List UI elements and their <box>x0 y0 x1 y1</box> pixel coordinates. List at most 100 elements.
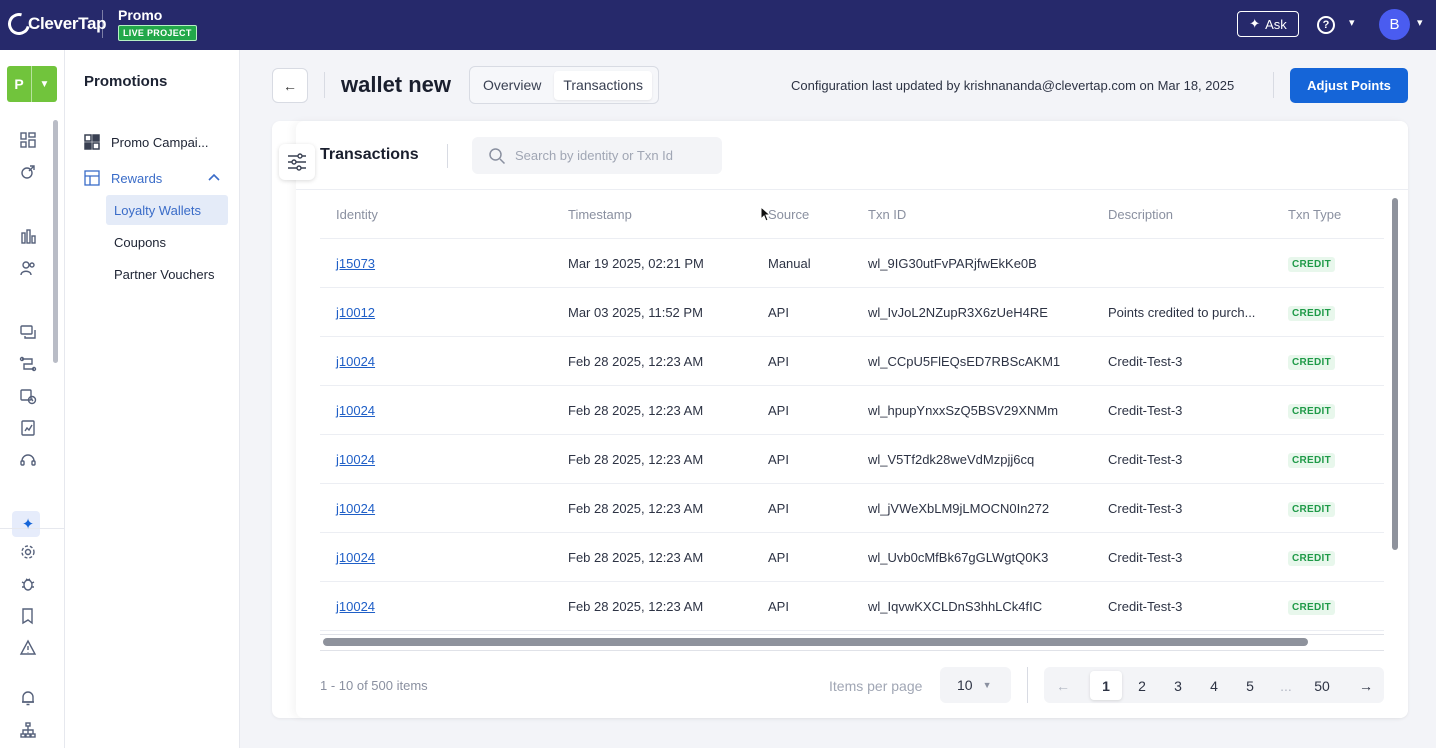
items-per-page-select[interactable]: 10 ▼ <box>940 667 1011 703</box>
alert-icon[interactable] <box>18 638 38 658</box>
sparkle-icon: ✦ <box>1249 16 1261 31</box>
column-header-description[interactable]: Description <box>1108 207 1173 222</box>
analytics-icon[interactable] <box>18 226 38 246</box>
credit-badge: CREDIT <box>1288 600 1336 615</box>
chevron-down-icon[interactable]: ▾ <box>1417 16 1423 29</box>
settings-icon[interactable] <box>18 542 38 562</box>
timestamp-cell: Feb 28 2025, 12:23 AM <box>568 599 704 614</box>
sidebar-item-coupons[interactable]: Coupons <box>106 227 228 257</box>
sidebar-item-loyalty-wallets[interactable]: Loyalty Wallets <box>106 195 228 225</box>
transactions-panel <box>296 121 1408 718</box>
txn-id-cell: wl_CCpU5FlEQsED7RBScAKM1 <box>868 354 1061 369</box>
page-button-2[interactable]: 2 <box>1130 671 1154 700</box>
prev-page-button[interactable]: ← <box>1052 671 1074 700</box>
page-ellipsis: ... <box>1280 677 1292 694</box>
identity-link[interactable]: j10024 <box>336 550 375 565</box>
description-cell: Credit-Test-3 <box>1108 354 1183 369</box>
chevron-up-icon[interactable] <box>208 170 220 184</box>
column-header-identity[interactable]: Identity <box>336 207 378 222</box>
reports-icon[interactable] <box>18 418 38 438</box>
card-title: Transactions <box>320 146 419 163</box>
ask-button[interactable]: ✦ Ask <box>1237 11 1299 37</box>
debug-icon[interactable] <box>18 574 38 594</box>
identity-link[interactable]: j10024 <box>336 501 375 516</box>
identity-link[interactable]: j10024 <box>336 354 375 369</box>
column-header-source[interactable]: Source <box>768 207 809 222</box>
page-button-3[interactable]: 3 <box>1166 671 1190 700</box>
workspace-initial: P <box>7 66 32 102</box>
description-cell: Credit-Test-3 <box>1108 599 1183 614</box>
project-name: Promo <box>118 7 163 23</box>
page-button-50[interactable]: 50 <box>1308 671 1336 700</box>
identity-link[interactable]: j10024 <box>336 403 375 418</box>
timestamp-cell: Feb 28 2025, 12:23 AM <box>568 452 704 467</box>
bell-icon[interactable] <box>18 688 38 708</box>
description-cell: Points credited to purch... <box>1108 305 1256 320</box>
timestamp-cell: Feb 28 2025, 12:23 AM <box>568 354 704 369</box>
workspace-switcher[interactable]: P ▼ <box>7 66 57 102</box>
clevertap-logo[interactable]: CleverTap <box>3 8 107 40</box>
mouse-cursor-icon <box>760 206 772 222</box>
source-cell: API <box>768 452 789 467</box>
sidebar-item-promo-campaigns[interactable]: Promo Campai... <box>83 127 209 157</box>
timestamp-cell: Mar 03 2025, 11:52 PM <box>568 305 703 320</box>
credit-badge: CREDIT <box>1288 551 1336 566</box>
credit-badge: CREDIT <box>1288 306 1336 321</box>
sidebar-item-label: Promo Campai... <box>111 134 209 150</box>
identity-link[interactable]: j10024 <box>336 452 375 467</box>
grid-icon <box>83 133 101 151</box>
tab-overview[interactable]: Overview <box>474 71 550 100</box>
horizontal-scrollbar[interactable] <box>323 638 1308 646</box>
description-cell: Credit-Test-3 <box>1108 550 1183 565</box>
config-updated-text: Configuration last updated by krishnanan… <box>791 78 1235 93</box>
description-cell: Credit-Test-3 <box>1108 403 1183 418</box>
sidebar-item-partner-vouchers[interactable]: Partner Vouchers <box>106 259 228 289</box>
support-icon[interactable] <box>18 450 38 470</box>
sidebar-item-rewards[interactable]: Rewards <box>83 163 162 193</box>
topbar-divider <box>102 10 103 38</box>
column-header-txn-type[interactable]: Txn Type <box>1288 207 1341 222</box>
description-cell: Credit-Test-3 <box>1108 501 1183 516</box>
org-chart-icon[interactable] <box>18 720 38 740</box>
caret-down-icon: ▼ <box>982 680 992 690</box>
next-page-button[interactable]: → <box>1354 671 1378 700</box>
page-button-5[interactable]: 5 <box>1238 671 1262 700</box>
identity-link[interactable]: j15073 <box>336 256 375 271</box>
avatar[interactable]: B <box>1379 9 1410 40</box>
segments-icon[interactable] <box>18 162 38 182</box>
txn-id-cell: wl_IvJoL2NZupR3X6zUeH4RE <box>868 305 1048 320</box>
scheduled-icon[interactable] <box>18 386 38 406</box>
messages-icon[interactable] <box>18 322 38 342</box>
ai-sparkle-icon[interactable]: ✦ <box>18 514 38 534</box>
vertical-scrollbar[interactable] <box>1392 198 1398 550</box>
page-button-4[interactable]: 4 <box>1202 671 1226 700</box>
adjust-points-button[interactable]: Adjust Points <box>1290 68 1408 103</box>
column-header-txn-id[interactable]: Txn ID <box>868 207 906 222</box>
help-icon[interactable]: ? <box>1317 16 1335 34</box>
filter-button[interactable] <box>279 144 315 180</box>
docs-icon[interactable] <box>18 606 38 626</box>
users-icon[interactable] <box>18 258 38 278</box>
dashboard-icon[interactable] <box>18 130 38 150</box>
project-switcher[interactable]: Promo LIVE PROJECT <box>118 7 197 41</box>
header-divider <box>1273 72 1274 98</box>
txn-id-cell: wl_Uvb0cMfBk67gGLWgtQ0K3 <box>868 550 1049 565</box>
table-header-divider <box>320 238 1384 239</box>
card-divider <box>447 144 448 168</box>
journeys-icon[interactable] <box>18 354 38 374</box>
identity-link[interactable]: j10024 <box>336 599 375 614</box>
rail-scrollbar[interactable] <box>53 120 58 363</box>
tab-transactions[interactable]: Transactions <box>554 70 652 100</box>
ask-label: Ask <box>1265 16 1287 32</box>
identity-link[interactable]: j10012 <box>336 305 375 320</box>
search-input[interactable] <box>515 148 715 163</box>
column-header-timestamp[interactable]: Timestamp <box>568 207 632 222</box>
chevron-down-icon[interactable]: ▾ <box>1349 16 1355 29</box>
search-box <box>472 137 722 174</box>
back-button[interactable]: ← <box>272 68 308 103</box>
source-cell: API <box>768 550 789 565</box>
page-title: wallet new <box>341 72 452 97</box>
row-divider <box>320 385 1384 386</box>
hscroll-track-top <box>320 634 1384 635</box>
page-button-1[interactable]: 1 <box>1090 671 1122 700</box>
